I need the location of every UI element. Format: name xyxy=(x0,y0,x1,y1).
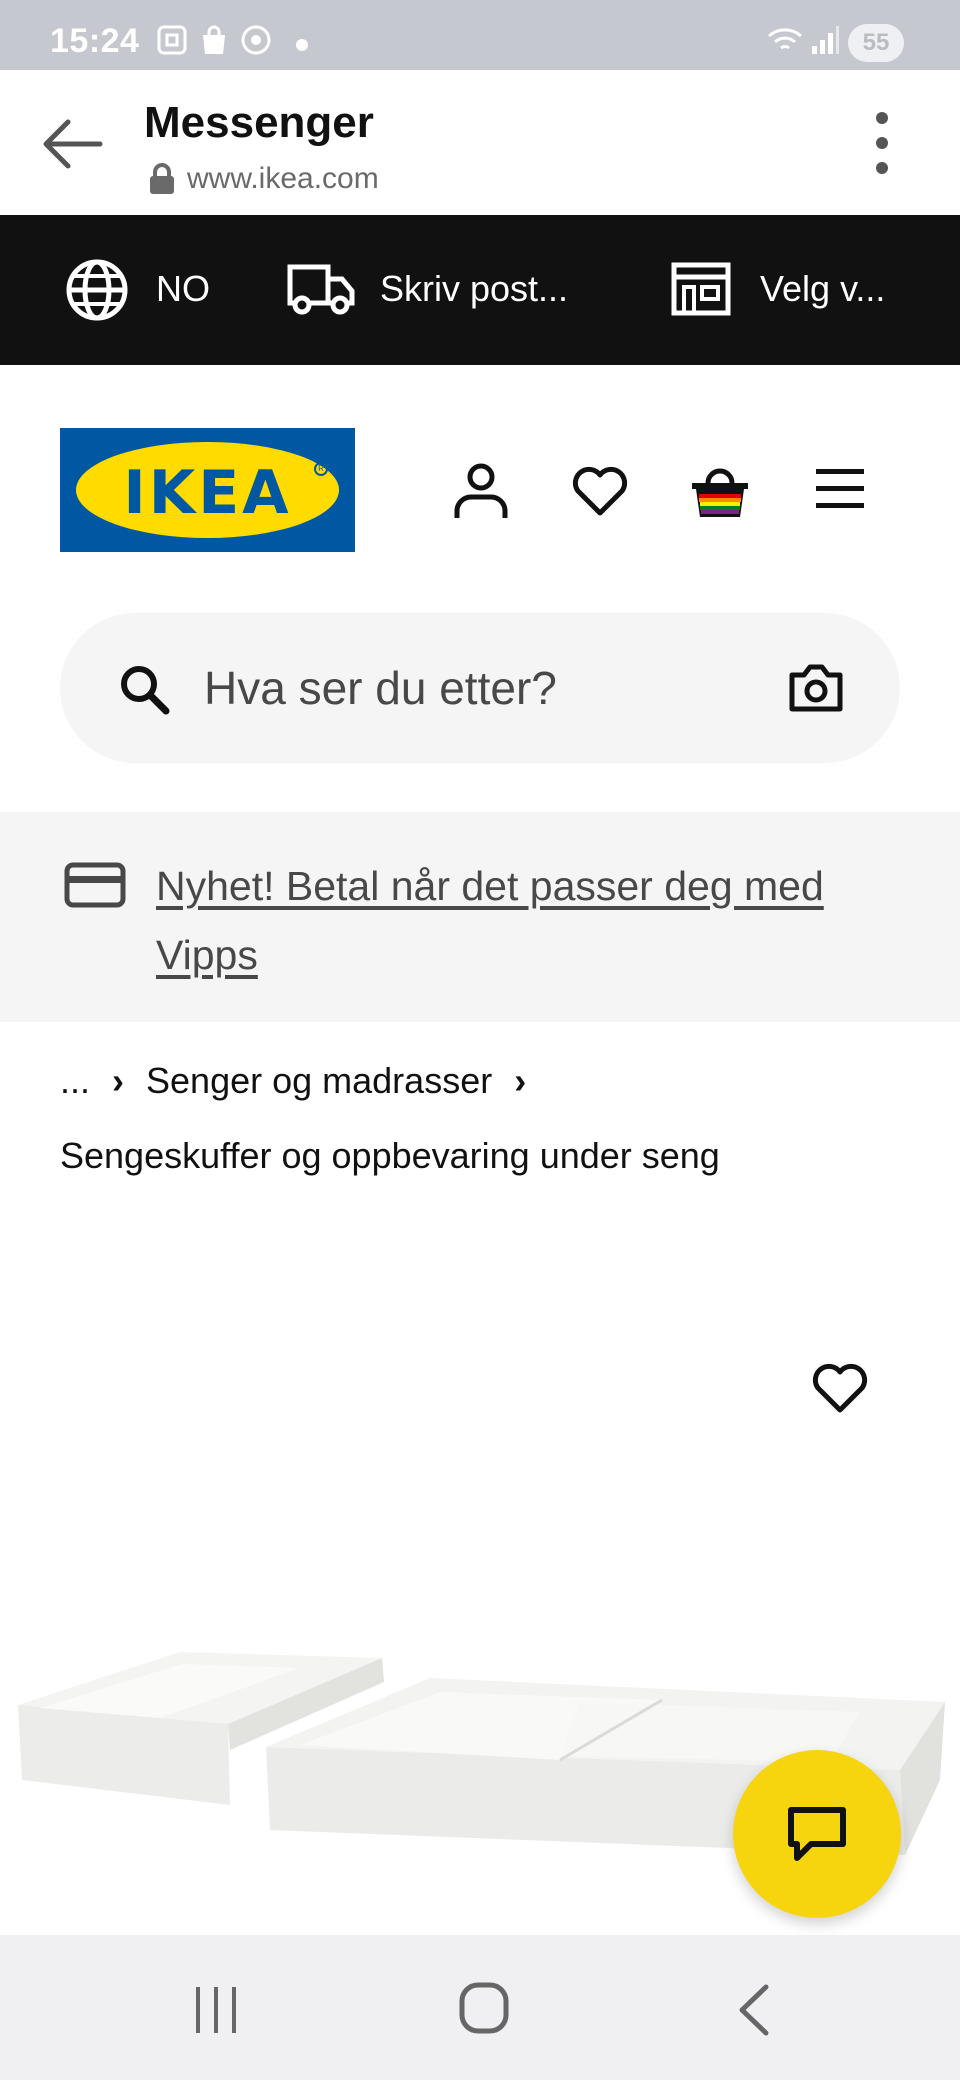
promo-link[interactable]: Nyhet! Betal når det passer deg med Vipp… xyxy=(156,852,916,990)
battery-indicator: 55 xyxy=(848,24,904,62)
chrome-icon xyxy=(240,24,272,61)
back-nav-icon[interactable] xyxy=(736,1983,772,2042)
status-bar: 15:24 55 xyxy=(0,0,960,70)
store-selector[interactable]: Velg v... xyxy=(760,268,885,310)
back-arrow-icon[interactable] xyxy=(38,110,106,183)
globe-icon[interactable] xyxy=(64,257,130,328)
top-utility-band: NO Skriv post... Velg v... xyxy=(0,215,960,365)
page-url: www.ikea.com xyxy=(187,162,379,195)
credit-card-icon xyxy=(64,862,126,913)
lock-icon xyxy=(148,162,176,201)
logo-text: IKEA xyxy=(123,458,292,528)
system-nav-bar xyxy=(0,1935,960,2080)
chevron-right-icon: › xyxy=(112,1060,125,1101)
more-vert-icon[interactable] xyxy=(862,110,902,181)
heart-icon[interactable] xyxy=(570,463,630,524)
browser-app-bar: Messenger www.ikea.com xyxy=(0,70,960,215)
wifi-icon xyxy=(766,24,804,61)
dot-icon xyxy=(296,38,308,56)
breadcrumb-senger[interactable]: Senger og madrasser xyxy=(146,1060,492,1101)
registered-mark: R xyxy=(314,462,328,476)
app-title: Messenger xyxy=(144,98,374,147)
country-selector[interactable]: NO xyxy=(156,268,210,310)
chat-bubble-icon xyxy=(785,1804,849,1869)
chat-button[interactable] xyxy=(733,1750,901,1918)
breadcrumb-ellipsis[interactable]: ... xyxy=(60,1060,90,1101)
ikea-logo[interactable]: IKEA R xyxy=(60,428,355,552)
postal-code-selector[interactable]: Skriv post... xyxy=(380,268,568,310)
basket-icon[interactable] xyxy=(688,461,752,526)
delivery-truck-icon[interactable] xyxy=(286,259,356,324)
screenshot-icon xyxy=(156,24,188,61)
site-header: IKEA R xyxy=(0,365,960,615)
profile-icon[interactable] xyxy=(452,461,510,526)
store-icon[interactable] xyxy=(670,261,732,322)
hamburger-menu-icon[interactable] xyxy=(814,467,866,516)
promo-banner: Nyhet! Betal når det passer deg med Vipp… xyxy=(0,812,960,1022)
chevron-right-icon: › xyxy=(514,1060,527,1101)
home-icon[interactable] xyxy=(458,1981,510,2040)
signal-icon xyxy=(810,24,840,61)
status-time: 15:24 xyxy=(50,22,140,60)
camera-icon[interactable] xyxy=(788,663,844,718)
search-icon[interactable] xyxy=(118,663,170,720)
search-bar[interactable]: Hva ser du etter? xyxy=(60,613,900,763)
breadcrumb-current: Sengeskuffer og oppbevaring under seng xyxy=(60,1135,720,1176)
search-input[interactable]: Hva ser du etter? xyxy=(204,661,557,715)
favorite-heart-icon[interactable] xyxy=(810,1360,870,1420)
recent-apps-icon[interactable] xyxy=(192,1985,240,2040)
shopping-bag-icon xyxy=(198,24,230,61)
